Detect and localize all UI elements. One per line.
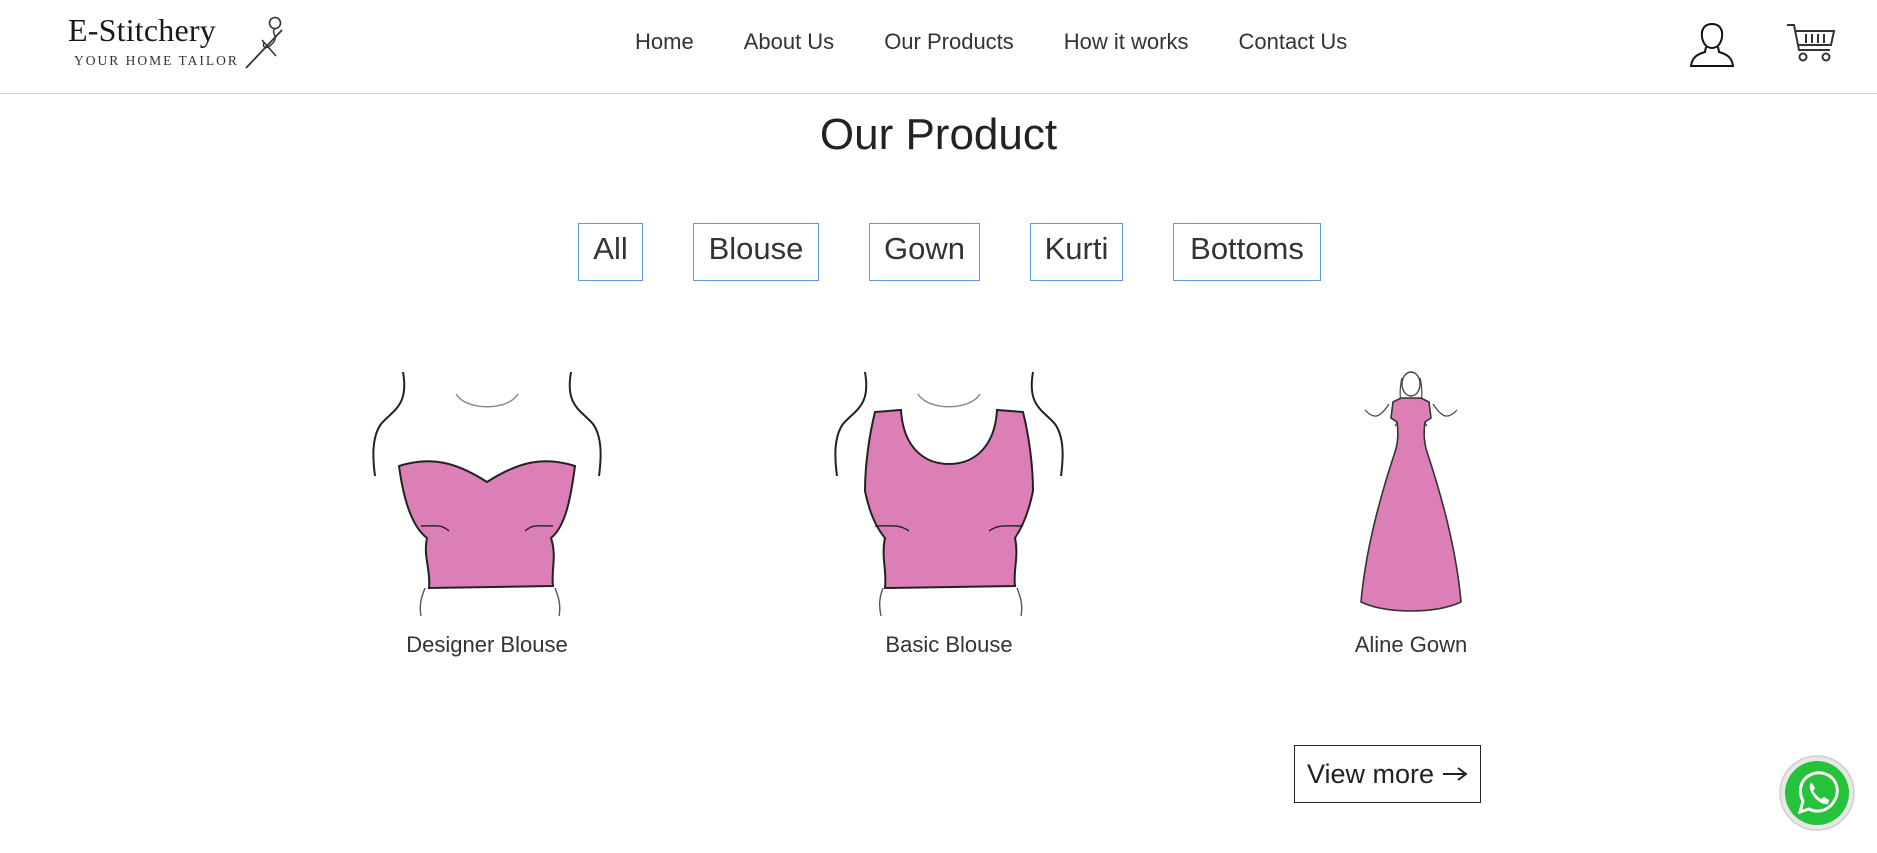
- product-name[interactable]: Designer Blouse: [361, 632, 613, 658]
- brand-logo[interactable]: E-Stitchery YOUR HOME TAILOR: [68, 12, 288, 74]
- filter-kurti[interactable]: Kurti: [1030, 223, 1123, 281]
- main-nav: Home About Us Our Products How it works …: [635, 29, 1347, 59]
- designer-blouse-image[interactable]: [361, 366, 613, 618]
- filter-bottoms[interactable]: Bottoms: [1173, 223, 1321, 281]
- basic-blouse-image[interactable]: [823, 366, 1075, 618]
- product-card[interactable]: Aline Gown: [1285, 366, 1537, 658]
- nav-item-contact-us[interactable]: Contact Us: [1238, 29, 1347, 59]
- logo-tagline: YOUR HOME TAILOR: [74, 53, 239, 68]
- arrow-right-icon: [1443, 767, 1468, 781]
- whatsapp-icon[interactable]: [1778, 754, 1856, 832]
- page-title: Our Product: [819, 110, 1058, 159]
- product-card[interactable]: Designer Blouse: [361, 366, 613, 658]
- view-more-button[interactable]: View more: [1294, 745, 1481, 803]
- aline-gown-image[interactable]: [1285, 366, 1537, 618]
- product-name[interactable]: Aline Gown: [1285, 632, 1537, 658]
- filter-all[interactable]: All: [578, 223, 643, 281]
- filter-blouse[interactable]: Blouse: [693, 223, 819, 281]
- site-header: E-Stitchery YOUR HOME TAILOR Home About …: [0, 0, 1877, 94]
- shopping-cart-icon[interactable]: [1786, 22, 1836, 64]
- view-more-label: View more: [1306, 758, 1435, 789]
- filter-gown[interactable]: Gown: [869, 223, 980, 281]
- logo-title: E-Stitchery: [68, 12, 216, 48]
- product-card[interactable]: Basic Blouse: [823, 366, 1075, 658]
- nav-item-how-it-works[interactable]: How it works: [1064, 29, 1189, 59]
- needle-thread-icon: [245, 16, 283, 69]
- product-name[interactable]: Basic Blouse: [823, 632, 1075, 658]
- nav-item-about-us[interactable]: About Us: [744, 29, 835, 59]
- category-filters: All Blouse Gown Kurti Bottoms: [0, 223, 1877, 285]
- nav-item-our-products[interactable]: Our Products: [884, 29, 1014, 59]
- user-icon[interactable]: [1688, 20, 1736, 68]
- nav-item-home[interactable]: Home: [635, 29, 694, 59]
